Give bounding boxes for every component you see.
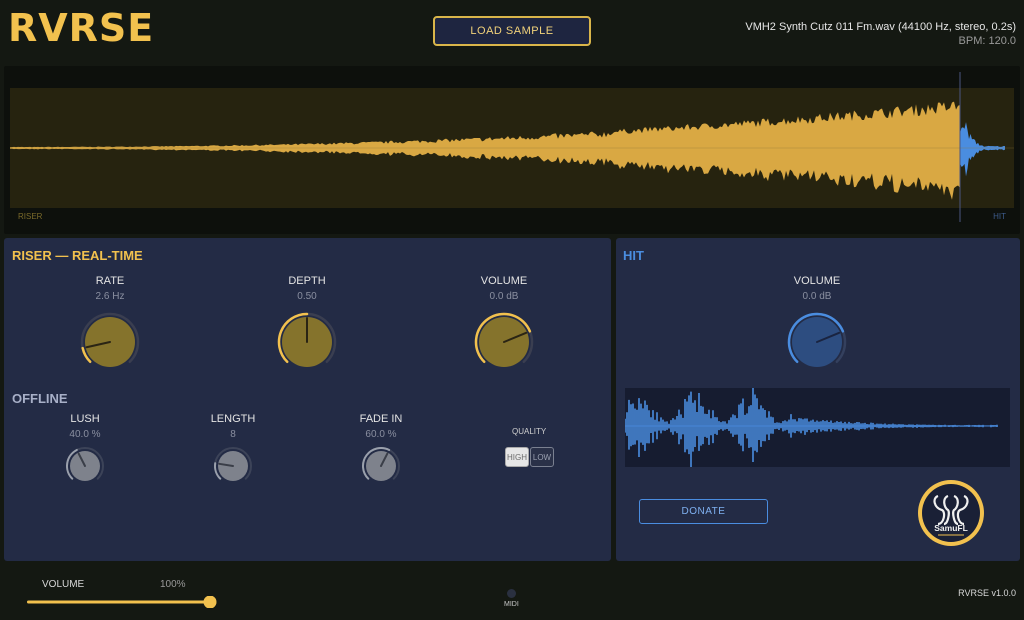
waveform-svg bbox=[10, 72, 1014, 222]
quality-low-button[interactable]: LOW bbox=[530, 447, 554, 467]
midi-indicator bbox=[507, 589, 516, 598]
hit-volume-label: VOLUME bbox=[793, 275, 841, 287]
quality-label: QUALITY bbox=[512, 427, 547, 436]
fade-in-label: FADE IN bbox=[359, 413, 403, 425]
offline-title: OFFLINE bbox=[12, 391, 68, 406]
master-volume-label: VOLUME bbox=[42, 579, 85, 590]
lush-knob[interactable] bbox=[65, 446, 105, 486]
riser-volume-knob[interactable] bbox=[474, 312, 534, 372]
bpm-readout: BPM: 120.0 bbox=[958, 35, 1016, 47]
depth-knob[interactable] bbox=[277, 312, 337, 372]
rate-value: 2.6 Hz bbox=[95, 291, 125, 302]
quality-high-button[interactable]: HIGH bbox=[505, 447, 529, 467]
hit-waveform-svg bbox=[624, 387, 998, 468]
hit-waveform bbox=[960, 122, 1005, 177]
lush-value: 40.0 % bbox=[69, 429, 101, 440]
waveform-panel: RISER HIT bbox=[4, 66, 1020, 234]
samufl-logo-text: SamuFL bbox=[934, 523, 968, 533]
midi-label: MIDI bbox=[504, 601, 519, 608]
samufl-logo[interactable]: SamuFL bbox=[916, 478, 986, 548]
volume-label: VOLUME bbox=[480, 275, 528, 287]
riser-region-label: RISER bbox=[18, 212, 43, 221]
slider-fill bbox=[27, 600, 210, 604]
master-volume-value: 100% bbox=[160, 579, 186, 590]
hit-waveform-path bbox=[624, 387, 998, 468]
lush-label: LUSH bbox=[70, 413, 100, 425]
length-value: 8 bbox=[230, 429, 236, 440]
hit-region-label: HIT bbox=[993, 212, 1006, 221]
waveform-display[interactable] bbox=[10, 72, 1014, 222]
fade-in-knob[interactable] bbox=[361, 446, 401, 486]
depth-value: 0.50 bbox=[297, 291, 317, 302]
hit-waveform-display bbox=[624, 387, 1010, 468]
depth-label: DEPTH bbox=[288, 275, 326, 287]
hit-title: HIT bbox=[623, 248, 644, 263]
hit-panel: HIT VOLUME 0.0 dB DONATE SamuFL bbox=[616, 238, 1020, 561]
riser-title: RISER — REAL-TIME bbox=[12, 248, 143, 263]
rate-knob[interactable] bbox=[80, 312, 140, 372]
length-label: LENGTH bbox=[210, 413, 256, 425]
file-info: VMH2 Synth Cutz 011 Fm.wav (44100 Hz, st… bbox=[745, 21, 1016, 33]
rate-label: RATE bbox=[95, 275, 125, 287]
slider-thumb[interactable] bbox=[203, 596, 217, 608]
version-label: RVRSE v1.0.0 bbox=[958, 588, 1016, 598]
master-volume-slider[interactable] bbox=[27, 596, 217, 608]
load-sample-button[interactable]: LOAD SAMPLE bbox=[433, 16, 591, 46]
riser-waveform bbox=[10, 101, 960, 200]
riser-panel: RISER — REAL-TIME RATE 2.6 Hz DEPTH 0.50… bbox=[4, 238, 611, 561]
fade-in-value: 60.0 % bbox=[365, 429, 397, 440]
donate-button[interactable]: DONATE bbox=[639, 499, 768, 524]
length-knob[interactable] bbox=[213, 446, 253, 486]
hit-volume-value: 0.0 dB bbox=[802, 291, 832, 302]
hit-volume-knob[interactable] bbox=[787, 312, 847, 372]
volume-value: 0.0 dB bbox=[489, 291, 519, 302]
app-logo: RVRSE bbox=[8, 6, 155, 50]
